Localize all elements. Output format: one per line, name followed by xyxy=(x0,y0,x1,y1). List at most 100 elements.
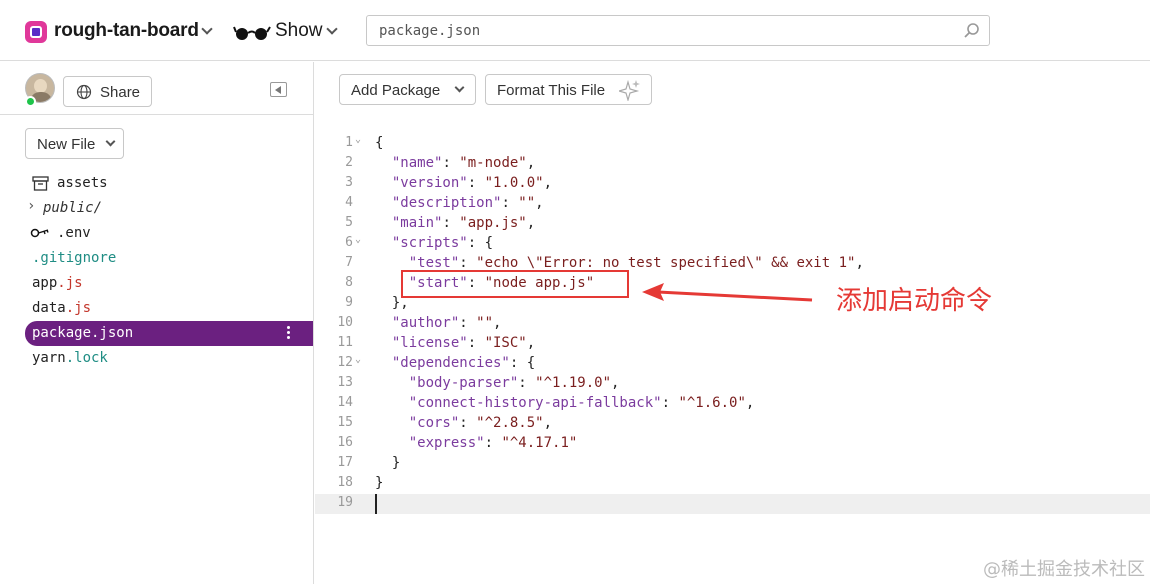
file-basename: app xyxy=(32,275,58,291)
line-number: 17 xyxy=(337,455,353,470)
key-icon xyxy=(30,228,49,238)
code-line[interactable]: 15 "cors": "^2.8.5", xyxy=(315,414,1150,434)
line-number: 9 xyxy=(345,295,353,310)
code-line[interactable]: 10 "author": "", xyxy=(315,314,1150,334)
code-text: "express": "^4.17.1" xyxy=(408,435,578,451)
code-line[interactable]: 1 ⌄ { xyxy=(315,134,1150,154)
file-item-app-js[interactable]: app.js xyxy=(0,271,313,296)
new-file-button[interactable]: New File xyxy=(25,128,124,159)
line-number: 15 xyxy=(337,415,353,430)
code-line[interactable]: 19 xyxy=(315,494,1150,514)
project-chevron-down-icon[interactable] xyxy=(201,23,213,35)
new-file-chevron-down-icon xyxy=(105,136,116,147)
fold-chevron-icon[interactable]: ⌄ xyxy=(355,234,361,245)
search-input[interactable]: package.json xyxy=(366,15,990,46)
code-line[interactable]: 3 "version": "1.0.0", xyxy=(315,174,1150,194)
search-value: package.json xyxy=(379,23,481,39)
line-number: 14 xyxy=(337,395,353,410)
code-text: "version": "1.0.0", xyxy=(391,175,553,191)
collapse-sidebar-icon[interactable] xyxy=(270,82,287,97)
fold-chevron-icon[interactable]: ⌄ xyxy=(355,134,361,145)
line-number: 19 xyxy=(337,495,353,510)
line-number: 12 xyxy=(337,355,353,370)
fold-chevron-icon[interactable]: ⌄ xyxy=(355,354,361,365)
code-line[interactable]: 17 } xyxy=(315,454,1150,474)
add-package-label: Add Package xyxy=(351,82,441,99)
code-text: } xyxy=(375,455,401,471)
code-text: "name": "m-node", xyxy=(391,155,536,171)
file-item-yarn-lock[interactable]: yarn.lock xyxy=(0,346,313,371)
code-line[interactable]: 16 "express": "^4.17.1" xyxy=(315,434,1150,454)
code-line[interactable]: 14 "connect-history-api-fallback": "^1.6… xyxy=(315,394,1150,414)
file-item-data-js[interactable]: data.js xyxy=(0,296,313,321)
line-number: 3 xyxy=(345,175,353,190)
file-item-assets[interactable]: assets xyxy=(0,171,313,196)
file-extension: .lock xyxy=(65,350,108,366)
code-text: "body-parser": "^1.19.0", xyxy=(408,375,620,391)
code-text: "connect-history-api-fallback": "^1.6.0"… xyxy=(408,395,755,411)
code-text: } xyxy=(375,475,384,491)
code-text: "dependencies": { xyxy=(391,355,536,371)
share-button[interactable]: Share xyxy=(63,76,152,107)
show-chevron-down-icon[interactable] xyxy=(326,23,338,35)
code-text: "test": "echo \"Error: no test specified… xyxy=(408,255,864,271)
file-basename: yarn xyxy=(32,350,66,366)
code-text: "author": "", xyxy=(391,315,502,331)
format-file-button[interactable]: Format This File xyxy=(485,74,652,105)
glasses-icon[interactable] xyxy=(233,21,271,43)
code-line[interactable]: 2 "name": "m-node", xyxy=(315,154,1150,174)
file-label: .env xyxy=(57,225,91,241)
project-logo-icon[interactable] xyxy=(25,21,47,43)
file-label: public/ xyxy=(43,200,103,216)
code-line[interactable]: 4 "description": "", xyxy=(315,194,1150,214)
format-file-label: Format This File xyxy=(497,82,606,99)
watermark: @稀土掘金技术社区 xyxy=(983,559,1145,580)
code-text: "description": "", xyxy=(391,195,544,211)
file-item-public[interactable]: › public/ xyxy=(0,196,313,221)
line-number: 5 xyxy=(345,215,353,230)
code-line[interactable]: 5 "main": "app.js", xyxy=(315,214,1150,234)
code-line[interactable]: 13 "body-parser": "^1.19.0", xyxy=(315,374,1150,394)
project-name[interactable]: rough-tan-board xyxy=(54,20,199,42)
file-options-icon[interactable] xyxy=(287,326,291,341)
file-extension: .js xyxy=(57,275,83,291)
file-item-package-json[interactable]: package.json xyxy=(25,321,313,346)
file-label: .gitignore xyxy=(32,250,117,266)
line-number: 1 xyxy=(345,135,353,150)
line-number: 8 xyxy=(345,275,353,290)
top-bar: rough-tan-board Show package.json xyxy=(0,0,1150,61)
code-text: { xyxy=(375,135,384,151)
new-file-label: New File xyxy=(37,136,96,153)
file-item-gitignore[interactable]: .gitignore xyxy=(0,246,313,271)
code-line[interactable]: 11 "license": "ISC", xyxy=(315,334,1150,354)
arrow-icon xyxy=(642,283,813,302)
annotation-text: 添加启动命令 xyxy=(836,286,993,316)
file-label: package.json xyxy=(32,325,134,341)
editor-panel: Add Package Format This File 1 ⌄{2 "name"… xyxy=(315,62,1150,584)
highlight-box xyxy=(401,270,629,298)
search-icon[interactable] xyxy=(963,22,981,40)
show-button[interactable]: Show xyxy=(275,20,323,42)
file-basename: data xyxy=(32,300,66,316)
archive-icon xyxy=(32,176,49,191)
sidebar: Share New File assets › public/ .env .gi… xyxy=(0,62,314,584)
line-number: 18 xyxy=(337,475,353,490)
code-line[interactable]: 6 ⌄ "scripts": { xyxy=(315,234,1150,254)
line-number: 10 xyxy=(337,315,353,330)
chevron-right-icon[interactable]: › xyxy=(27,198,35,214)
line-number: 4 xyxy=(345,195,353,210)
code-line[interactable]: 12 ⌄ "dependencies": { xyxy=(315,354,1150,374)
globe-icon xyxy=(76,84,92,100)
file-item-env[interactable]: .env xyxy=(0,221,313,246)
line-number: 7 xyxy=(345,255,353,270)
text-cursor xyxy=(375,494,377,514)
add-package-button[interactable]: Add Package xyxy=(339,74,476,105)
line-number: 16 xyxy=(337,435,353,450)
file-extension: .js xyxy=(65,300,92,316)
line-number: 2 xyxy=(345,155,353,170)
line-number: 11 xyxy=(337,335,353,350)
file-label: assets xyxy=(57,175,108,191)
sidebar-divider xyxy=(0,114,313,115)
share-label: Share xyxy=(100,84,141,101)
code-line[interactable]: 18} xyxy=(315,474,1150,494)
